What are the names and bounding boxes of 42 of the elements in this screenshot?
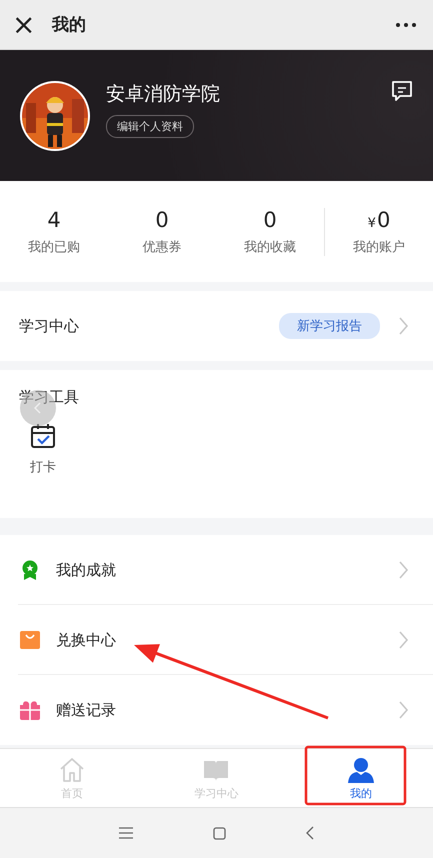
- calendar-check-icon[interactable]: [30, 423, 56, 448]
- menu-label: 赠送记录: [56, 700, 116, 720]
- medal-icon: [20, 560, 40, 580]
- stat-value: 4: [47, 208, 61, 232]
- page-title: 我的: [52, 14, 86, 36]
- gift-icon: [20, 700, 40, 720]
- chevron-icon: [398, 630, 409, 650]
- chevron-icon: [398, 316, 409, 336]
- stat-label: 优惠券: [142, 238, 182, 256]
- more-menu-icon[interactable]: [395, 22, 417, 28]
- message-icon[interactable]: [391, 80, 413, 102]
- close-button[interactable]: ×: [12, 10, 36, 38]
- stat-item[interactable]: ¥0 我的账户: [324, 208, 433, 256]
- edit-profile-button[interactable]: 编辑个人资料: [106, 115, 194, 138]
- home-square-icon[interactable]: [213, 826, 226, 840]
- stat-item[interactable]: 4 我的已购: [0, 208, 108, 256]
- person-icon: [346, 756, 375, 784]
- menu-icon[interactable]: [119, 827, 133, 839]
- report-badge[interactable]: 新学习报告: [279, 313, 380, 339]
- chevron-left-icon: [34, 402, 42, 414]
- menu-label: 我的成就: [56, 560, 116, 580]
- row-label: 学习中心: [19, 316, 79, 336]
- stat-label: 我的收藏: [244, 238, 296, 256]
- stat-label: 我的账户: [353, 238, 405, 256]
- stat-item[interactable]: 0 我的收藏: [216, 208, 324, 256]
- currency-sign: ¥: [368, 216, 376, 230]
- stat-value: 0: [263, 208, 277, 232]
- stat-value: 0: [376, 208, 390, 232]
- back-icon[interactable]: [306, 826, 314, 840]
- chevron-icon: [398, 560, 409, 580]
- menu-label: 兑换中心: [56, 630, 116, 650]
- chevron-icon: [398, 700, 409, 720]
- stat-label: 我的已购: [28, 238, 80, 256]
- user-name: 安卓消防学院: [106, 82, 220, 107]
- stat-item[interactable]: 0 优惠券: [108, 208, 216, 256]
- home-icon: [58, 756, 86, 784]
- section-title: 学习工具: [19, 388, 80, 407]
- tool-label[interactable]: 打卡: [30, 458, 56, 476]
- study-center-row[interactable]: 学习中心 新学习报告: [0, 291, 433, 361]
- tab-item[interactable]: 我的: [288, 749, 433, 807]
- shopping-bag-icon: [20, 630, 40, 650]
- stat-value: 0: [155, 208, 169, 232]
